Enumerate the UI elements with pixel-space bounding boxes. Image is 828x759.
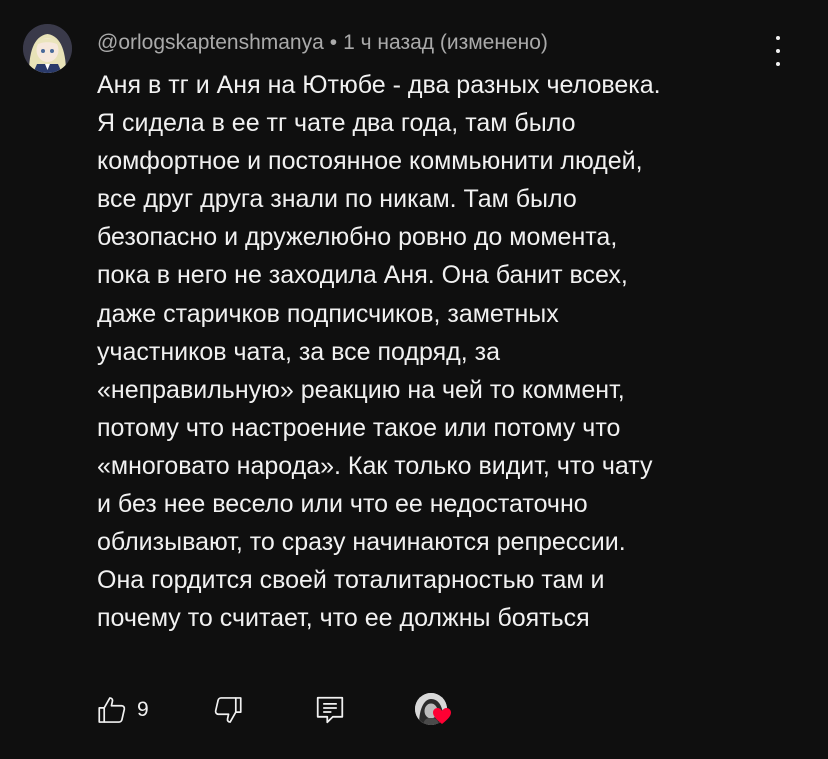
- comment-line: «многовато народа». Как только видит, чт…: [97, 451, 653, 480]
- reply-button[interactable]: [315, 693, 345, 727]
- comment-text: Аня в тг и Аня на Ютюбе - два разных чел…: [97, 66, 777, 637]
- thumb-up-icon: [98, 697, 126, 723]
- dislike-button[interactable]: [211, 693, 245, 727]
- author-avatar[interactable]: [23, 24, 72, 73]
- comment-line: комфортное и постоянное коммьюнити людей…: [97, 147, 643, 176]
- comment-line: Она гордится своей тоталитарностью там и: [97, 566, 605, 595]
- comment-actions: 9: [95, 690, 455, 730]
- thumb-down-icon: [214, 697, 242, 723]
- heart-icon: [432, 708, 451, 724]
- comment-menu-button[interactable]: [766, 36, 790, 66]
- comment-line: почему то считает, что ее должны бояться: [97, 604, 590, 633]
- more-vert-dot: [776, 49, 780, 53]
- reply-icon: [316, 696, 343, 724]
- author-name[interactable]: @orlogskaptenshmanya: [97, 31, 324, 54]
- comment-line: «неправильную» реакцию на чей то коммент…: [97, 375, 625, 404]
- more-vert-icon: [776, 36, 780, 40]
- comment-line: Аня в тг и Аня на Ютюбе - два разных чел…: [97, 71, 661, 99]
- comment-line: облизывают, то сразу начинаются репресси…: [97, 528, 626, 557]
- separator-dot: •: [329, 31, 338, 54]
- comment-line: и без нее весело или что ее недостаточно: [97, 490, 588, 519]
- comment-line: потому что настроение такое или потому ч…: [97, 413, 621, 442]
- comment-timestamp[interactable]: 1 ч назад (изменено): [343, 31, 548, 54]
- creator-heart-badge[interactable]: [414, 690, 455, 730]
- comment-line: Я сидела в ее тг чате два года, там было: [97, 109, 576, 138]
- comment-header: @orlogskaptenshmanya • 1 ч назад (изменено…: [97, 30, 548, 56]
- like-count: 9: [137, 698, 149, 721]
- comment-line: все друг друга знали по никам. Там было: [97, 185, 577, 214]
- anime-avatar-image: [23, 24, 72, 73]
- comment-line: пока в него не заходила Аня. Она банит в…: [97, 261, 628, 290]
- comment-line: даже старичков подписчиков, заметных: [97, 299, 559, 328]
- comment-line: участников чата, за все подряд, за: [97, 337, 500, 366]
- comment-line: безопасно и дружелюбно ровно до момента,: [97, 223, 618, 252]
- like-button[interactable]: 9: [95, 693, 149, 727]
